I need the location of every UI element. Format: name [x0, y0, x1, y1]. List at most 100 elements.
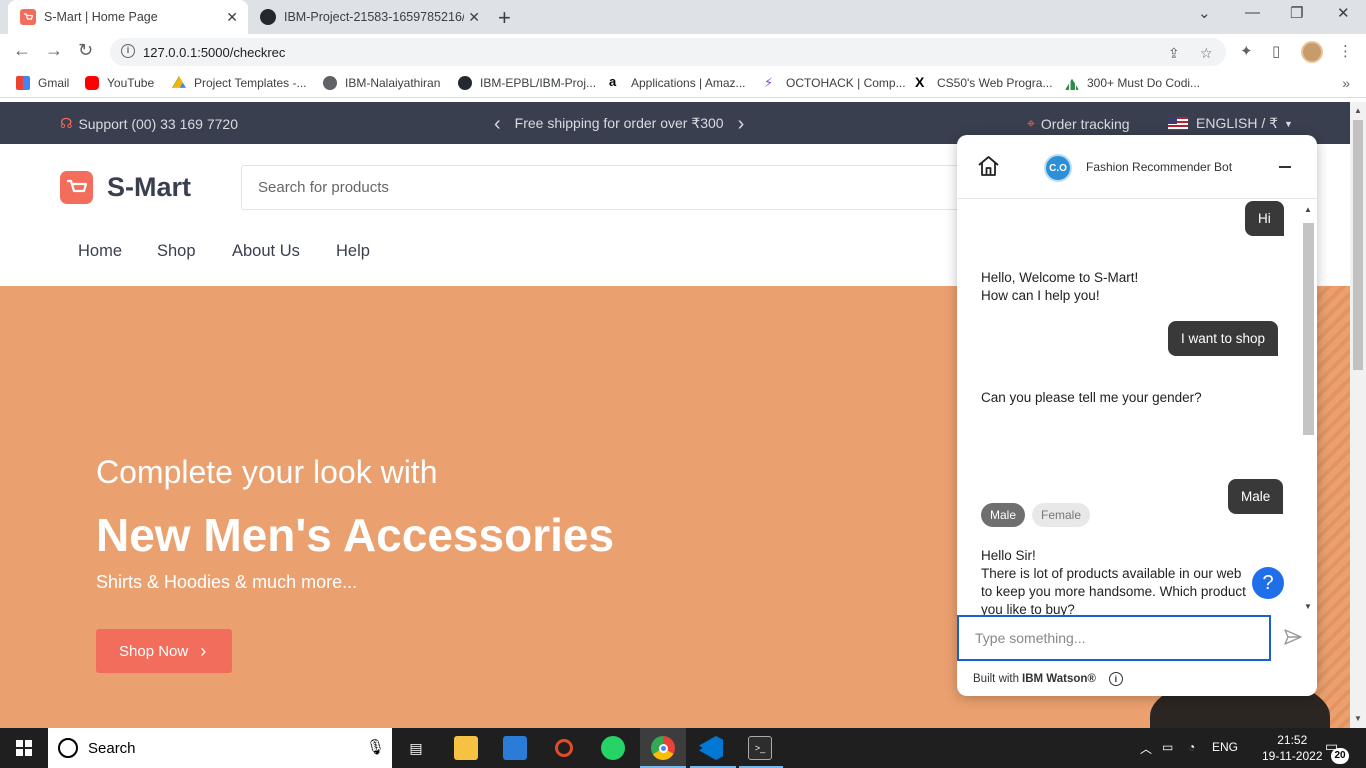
product-search-box[interactable]: [241, 165, 1001, 210]
chat-scrollbar[interactable]: ▲ ▼: [1302, 205, 1314, 615]
nav-shop[interactable]: Shop: [157, 242, 196, 261]
shop-now-button[interactable]: Shop Now ›: [96, 629, 232, 673]
back-arrow-icon[interactable]: ←: [13, 40, 31, 61]
bot-message-line: Hello, Welcome to S-Mart!: [981, 270, 1139, 285]
order-tracking-link[interactable]: ⌖ Order tracking: [1027, 115, 1130, 132]
bolt-icon: ⚡: [764, 75, 774, 90]
url-text: 127.0.0.1:5000/checkrec: [143, 45, 286, 60]
chat-scroll-down-icon[interactable]: ▼: [1304, 602, 1312, 611]
chat-scroll-up-icon[interactable]: ▲: [1304, 205, 1312, 214]
tab-github-project[interactable]: IBM-Project-21583-1659785216/ ✕: [250, 0, 490, 34]
bookmark-star-icon[interactable]: ☆: [1200, 45, 1213, 62]
bookmark-project-templates[interactable]: Project Templates -...: [172, 76, 307, 90]
bookmark-ibm-epbl[interactable]: IBM-EPBL/IBM-Proj...: [458, 76, 596, 90]
show-hidden-icons-chevron-icon[interactable]: ︿: [1140, 740, 1152, 757]
windows-start-icon[interactable]: [16, 740, 32, 756]
bookmark-cs50-web[interactable]: X CS50's Web Progra...: [915, 75, 1052, 90]
bookmark-octohack[interactable]: ⚡ OCTOHACK | Comp...: [764, 76, 906, 90]
bot-message-line: to keep you more handsome. Which product: [981, 584, 1246, 599]
bookmark-gmail[interactable]: Gmail: [16, 76, 69, 90]
task-view-icon[interactable]: ▤: [404, 736, 428, 760]
scroll-down-arrow-icon[interactable]: ▼: [1354, 714, 1362, 723]
close-tab-icon[interactable]: ✕: [468, 9, 480, 26]
microphone-icon[interactable]: 🎙: [366, 738, 385, 756]
share-icon[interactable]: ⇪: [1168, 45, 1180, 62]
nav-home[interactable]: Home: [78, 242, 122, 261]
bookmark-youtube[interactable]: YouTube: [85, 76, 154, 90]
user-message: Hi: [1245, 201, 1284, 236]
product-search-input[interactable]: [242, 166, 1000, 209]
restore-window-icon[interactable]: ❐: [1290, 4, 1303, 22]
user-message: Male: [1228, 479, 1284, 514]
bookmark-ibm-nalaiyathiran[interactable]: IBM-Nalaiyathiran: [323, 76, 440, 90]
help-question-icon[interactable]: ?: [1252, 567, 1284, 599]
locale-text: ENGLISH / ₹: [1196, 115, 1279, 131]
taskbar-search-box[interactable]: Search 🎙: [48, 728, 392, 768]
shop-now-label: Shop Now: [119, 642, 189, 660]
footer-prefix: Built with: [973, 673, 1020, 685]
address-bar[interactable]: i 127.0.0.1:5000/checkrec ⇪ ☆: [110, 38, 1226, 66]
terminal-icon[interactable]: >_: [748, 736, 772, 760]
browser-toolbar: ← → ↻ i 127.0.0.1:5000/checkrec ⇪ ☆ ✦ ▯ …: [0, 34, 1366, 70]
file-explorer-icon[interactable]: [454, 736, 478, 760]
promo-carousel: ‹ Free shipping for order over ₹300 ›: [494, 114, 745, 134]
tab-search-chevron-icon[interactable]: ⌄: [1198, 4, 1211, 22]
globe-icon: [323, 76, 337, 90]
chat-scroll-thumb[interactable]: [1303, 223, 1314, 435]
bookmark-300-must-do[interactable]: 300+ Must Do Codi...: [1065, 76, 1200, 90]
browser-tab-bar: S-Mart | Home Page ✕ IBM-Project-21583-1…: [0, 0, 1366, 34]
bot-message-line: Hello Sir!: [981, 548, 1036, 563]
search-circle-icon: [58, 738, 78, 758]
chat-message-input[interactable]: [959, 617, 1269, 659]
close-window-icon[interactable]: ✕: [1337, 4, 1350, 22]
nav-help[interactable]: Help: [336, 242, 370, 261]
site-info-icon[interactable]: i: [121, 44, 135, 58]
scroll-up-arrow-icon[interactable]: ▲: [1354, 106, 1362, 115]
forward-arrow-icon[interactable]: →: [45, 40, 63, 61]
send-arrow-icon[interactable]: [1283, 628, 1303, 651]
chevron-right-icon[interactable]: ›: [738, 114, 745, 134]
input-language[interactable]: ENG: [1212, 740, 1238, 754]
close-tab-icon[interactable]: ✕: [226, 9, 238, 26]
page-scroll-thumb[interactable]: [1353, 120, 1363, 370]
windows-taskbar: Search 🎙 ▤ >_ ︿ ▭ ◔ ENG 21:52 19-11-2022…: [0, 728, 1366, 768]
tab-title: IBM-Project-21583-1659785216/: [284, 10, 464, 24]
battery-icon[interactable]: ▭: [1162, 740, 1173, 754]
info-circle-icon[interactable]: i: [1108, 672, 1123, 686]
chevron-left-icon[interactable]: ‹: [494, 114, 501, 134]
bot-message-line: Can you please tell me your gender?: [981, 390, 1202, 405]
whatsapp-icon[interactable]: [601, 736, 625, 760]
tab-title: S-Mart | Home Page: [44, 10, 158, 24]
caret-down-icon: ▼: [1284, 118, 1293, 129]
minimize-window-icon[interactable]: —: [1245, 4, 1260, 21]
option-female-button[interactable]: Female: [1032, 503, 1091, 527]
locale-selector[interactable]: ENGLISH / ₹ ▼: [1168, 115, 1293, 132]
headset-icon: ☊: [60, 115, 73, 131]
side-panel-icon[interactable]: ▯: [1272, 42, 1280, 60]
brand-name[interactable]: S-Mart: [107, 172, 191, 203]
cart-logo-icon[interactable]: [60, 171, 93, 204]
media-app-icon[interactable]: [552, 736, 576, 760]
chat-input-box[interactable]: [957, 615, 1271, 661]
reload-icon[interactable]: ↻: [78, 40, 93, 61]
home-icon[interactable]: [977, 155, 1000, 182]
vscode-icon[interactable]: [699, 736, 723, 760]
nav-about-us[interactable]: About Us: [232, 242, 300, 261]
profile-avatar[interactable]: [1301, 41, 1323, 63]
support-phone[interactable]: ☊ Support (00) 33 169 7720: [60, 115, 238, 132]
new-tab-plus-icon[interactable]: +: [498, 5, 511, 31]
chrome-icon[interactable]: [651, 736, 675, 760]
extensions-puzzle-icon[interactable]: ✦: [1240, 42, 1253, 60]
hero-tagline: Shirts & Hoodies & much more...: [96, 572, 358, 592]
tab-smart-home[interactable]: S-Mart | Home Page ✕: [8, 0, 248, 34]
option-male-button[interactable]: Male: [981, 503, 1026, 527]
bookmarks-overflow-icon[interactable]: »: [1342, 75, 1350, 91]
microsoft-store-icon[interactable]: [503, 736, 527, 760]
menu-dots-icon[interactable]: ⋮: [1338, 42, 1353, 60]
bookmark-label: 300+ Must Do Codi...: [1087, 76, 1201, 90]
wifi-icon[interactable]: ◔: [1188, 740, 1195, 754]
bookmark-amazon-applications[interactable]: a Applications | Amaz...: [609, 75, 746, 90]
taskbar-clock[interactable]: 21:52 19-11-2022: [1262, 732, 1323, 764]
minimize-chat-icon[interactable]: [1279, 166, 1291, 168]
page-scrollbar[interactable]: ▲ ▼: [1350, 102, 1366, 728]
